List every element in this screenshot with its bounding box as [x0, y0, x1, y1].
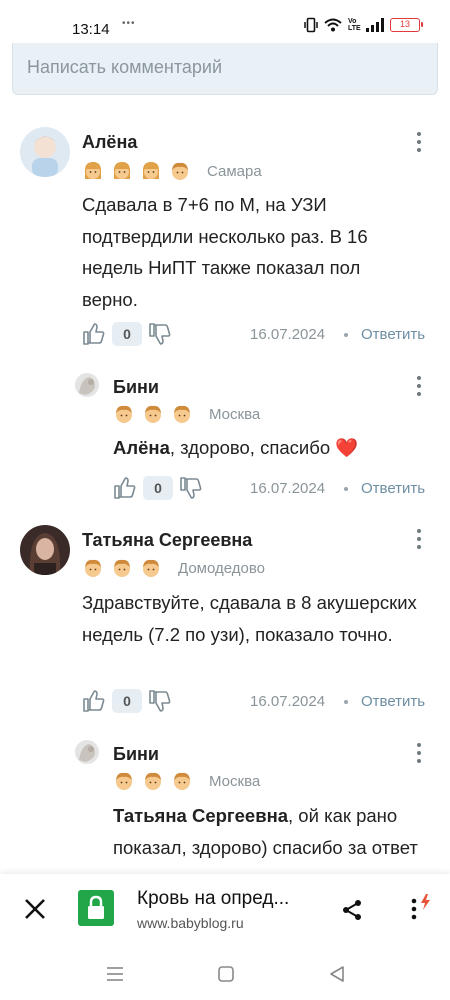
child-badges: Домодедово — [82, 557, 265, 579]
close-icon[interactable] — [22, 896, 48, 922]
thumb-up-icon[interactable] — [82, 322, 106, 346]
comment-text: Татьяна Сергеевна, ой как рано показал, … — [113, 800, 418, 863]
vote-controls: 0 — [82, 689, 172, 713]
thumb-down-icon[interactable] — [148, 689, 172, 713]
separator-dot — [344, 700, 348, 704]
boy-icon — [85, 559, 101, 577]
likes-count: 0 — [112, 689, 142, 713]
comment-author[interactable]: Бини — [113, 744, 159, 765]
avatar[interactable] — [75, 740, 99, 764]
signal-icon — [366, 18, 384, 32]
page-title[interactable]: Кровь на опред... — [137, 888, 289, 910]
menu-icon[interactable] — [406, 892, 436, 922]
avatar[interactable] — [20, 525, 70, 575]
mention-link[interactable]: Алёна — [113, 437, 170, 458]
thumb-up-icon[interactable] — [113, 476, 137, 500]
share-icon[interactable] — [340, 898, 364, 922]
girl-icon — [113, 162, 131, 179]
comment-date: 16.07.2024 — [250, 693, 326, 710]
boy-icon — [143, 559, 159, 577]
back-icon[interactable] — [326, 963, 348, 985]
girl-icon — [142, 162, 160, 179]
boy-icon — [174, 772, 190, 790]
boy-icon — [116, 405, 132, 423]
status-dots: ••• — [122, 18, 136, 29]
home-icon[interactable] — [215, 963, 237, 985]
author-city: Москва — [209, 405, 261, 423]
boy-icon — [172, 162, 188, 180]
comment-author[interactable]: Бини — [113, 377, 159, 398]
likes-count: 0 — [143, 476, 173, 500]
more-options-icon[interactable] — [409, 130, 429, 154]
reply-link[interactable]: Ответить — [361, 480, 425, 497]
wifi-icon — [324, 18, 342, 32]
thumb-down-icon[interactable] — [148, 322, 172, 346]
comment-text: Сдавала в 7+6 по М, на УЗИ подтвердили н… — [82, 194, 368, 310]
thumb-down-icon[interactable] — [179, 476, 203, 500]
browser-bottom-bar: Кровь на опред... www.babyblog.ru — [0, 874, 450, 946]
avatar[interactable] — [20, 127, 70, 177]
more-options-icon[interactable] — [409, 374, 429, 398]
comment-date: 16.07.2024 — [250, 326, 326, 343]
status-time: 13:14 — [72, 21, 110, 38]
boy-icon — [145, 405, 161, 423]
comment-author[interactable]: Татьяна Сергеевна — [82, 530, 252, 551]
status-icons: Vo LTE 13 — [304, 17, 423, 33]
vote-controls: 0 — [113, 476, 203, 500]
reply-link[interactable]: Ответить — [361, 693, 425, 710]
child-badges: Москва — [113, 403, 260, 425]
volte-label: Vo LTE — [348, 18, 361, 32]
recent-apps-icon[interactable] — [104, 963, 126, 985]
system-nav-bar — [0, 946, 450, 1000]
boy-icon — [145, 772, 161, 790]
more-options-icon[interactable] — [409, 741, 429, 765]
comment-text: Алёна, здорово, спасибо ❤️ — [113, 432, 413, 464]
comment-date: 16.07.2024 — [250, 480, 326, 497]
more-options-icon[interactable] — [409, 527, 429, 551]
child-badges: Самара — [82, 160, 262, 182]
mention-link[interactable]: Татьяна Сергеевна — [113, 805, 288, 826]
comment-body: , здорово, спасибо ❤️ — [169, 437, 359, 458]
boy-icon — [174, 405, 190, 423]
child-badges: Москва — [113, 770, 260, 792]
status-bar: 13:14 ••• Vo LTE 13 — [0, 0, 450, 46]
girl-icon — [84, 162, 102, 179]
battery-icon: 13 — [390, 18, 423, 32]
secure-lock-icon[interactable] — [78, 890, 114, 926]
comment-author[interactable]: Алёна — [82, 132, 137, 153]
author-city: Самара — [207, 162, 262, 180]
comment-input[interactable]: Написать комментарий — [12, 43, 438, 95]
separator-dot — [344, 333, 348, 337]
author-city: Домодедово — [178, 559, 265, 577]
author-city: Москва — [209, 772, 261, 790]
vote-controls: 0 — [82, 322, 172, 346]
boy-icon — [116, 772, 132, 790]
likes-count: 0 — [112, 322, 142, 346]
thumb-up-icon[interactable] — [82, 689, 106, 713]
vibrate-icon — [304, 17, 318, 33]
avatar[interactable] — [75, 373, 99, 397]
reply-link[interactable]: Ответить — [361, 326, 425, 343]
boy-icon — [114, 559, 130, 577]
page-url[interactable]: www.babyblog.ru — [137, 915, 244, 931]
comment-text: Здравствуйте, сдавала в 8 акушерских нед… — [82, 592, 417, 645]
separator-dot — [344, 487, 348, 491]
